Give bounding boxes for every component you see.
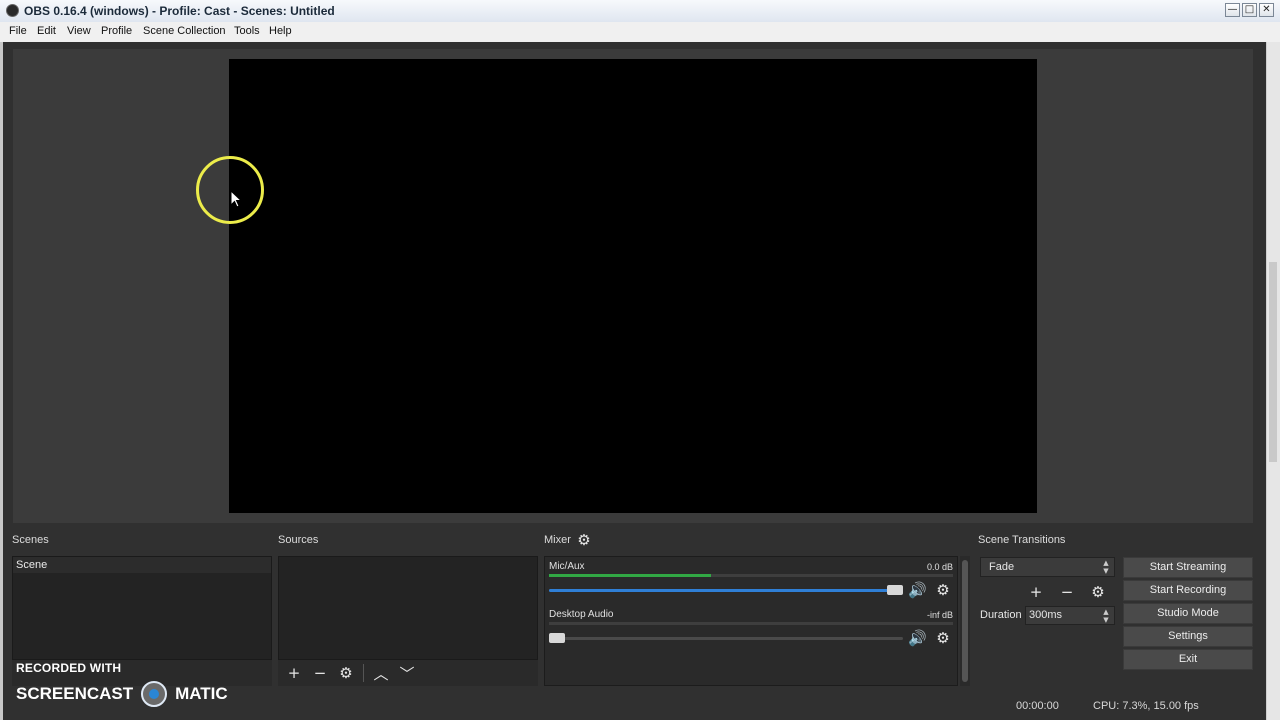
logo-dot [149, 689, 160, 699]
screencast-logo-icon [141, 681, 168, 707]
toolbar-divider [363, 664, 364, 682]
remove-source-icon[interactable]: − [307, 660, 333, 686]
mixer-channel-name: Mic/Aux [549, 561, 585, 572]
menu-help[interactable]: Help [269, 25, 292, 37]
menu-profile[interactable]: Profile [101, 25, 132, 37]
mixer-volume-slider[interactable] [549, 585, 903, 595]
window-controls: — □ ✕ [1225, 3, 1274, 17]
watermark-brand-right: MATIC [175, 684, 228, 703]
select-arrows-icon: ▲ ▼ [1103, 559, 1109, 575]
duration-value: 300ms [1029, 609, 1063, 621]
mouse-pointer-icon [230, 190, 242, 208]
exit-button[interactable]: Exit [1123, 649, 1253, 670]
add-source-icon[interactable]: + [281, 660, 307, 686]
sources-dock-title: Sources [278, 534, 319, 546]
mixer-scrollbar-thumb[interactable] [962, 560, 968, 682]
slider-fill [549, 589, 903, 592]
slider-handle[interactable] [549, 633, 565, 643]
window-titlebar: OBS 0.16.4 (windows) - Profile: Cast - S… [0, 0, 1280, 23]
scene-list-item[interactable]: Scene [13, 557, 271, 573]
status-time: 00:00:00 [1016, 700, 1059, 712]
move-source-up-icon[interactable]: ︿ [368, 660, 394, 686]
channel-settings-gear-icon[interactable]: ⚙ [934, 581, 952, 599]
add-transition-icon[interactable]: + [1027, 583, 1045, 601]
scrollbar-thumb[interactable] [1269, 262, 1277, 462]
menu-scene-collection[interactable]: Scene Collection [143, 25, 226, 37]
mixer-channel-name: Desktop Audio [549, 609, 614, 620]
menu-file[interactable]: File [9, 25, 27, 37]
close-button[interactable]: ✕ [1259, 3, 1274, 17]
scenes-list[interactable]: Scene [12, 556, 272, 660]
menu-view[interactable]: View [67, 25, 91, 37]
mixer-settings-gear-icon[interactable]: ⚙ [575, 531, 593, 549]
mixer-channel-db: -inf dB [926, 610, 953, 620]
duration-label: Duration [980, 609, 1022, 621]
mixer-scrollbar[interactable] [960, 556, 970, 686]
mixer-volume-meter [549, 574, 953, 577]
source-properties-gear-icon[interactable]: ⚙ [333, 660, 359, 686]
slider-handle[interactable] [887, 585, 903, 595]
channel-settings-gear-icon[interactable]: ⚙ [934, 629, 952, 647]
speaker-icon[interactable]: 🔊 [908, 629, 927, 647]
start-streaming-button[interactable]: Start Streaming [1123, 557, 1253, 578]
duration-input[interactable]: 300ms ▲ ▼ [1025, 606, 1115, 625]
spinbox-arrows-icon[interactable]: ▲ ▼ [1100, 608, 1112, 624]
status-cpu-fps: CPU: 7.3%, 15.00 fps [1093, 700, 1199, 712]
start-recording-button[interactable]: Start Recording [1123, 580, 1253, 601]
scene-transitions-title: Scene Transitions [978, 534, 1066, 546]
watermark-brand: SCREENCAST MATIC [16, 681, 228, 707]
speaker-icon[interactable]: 🔊 [908, 581, 927, 599]
transition-properties-gear-icon[interactable]: ⚙ [1089, 583, 1107, 601]
mixer-volume-meter [549, 622, 953, 625]
mixer-volume-slider[interactable] [549, 633, 903, 643]
scenes-dock-title: Scenes [12, 534, 49, 546]
sources-list[interactable] [278, 556, 538, 660]
minimize-button[interactable]: — [1225, 3, 1240, 17]
sources-toolbar: + − ⚙ ︿ ﹀ [278, 660, 538, 686]
maximize-button[interactable]: □ [1242, 3, 1257, 17]
window-scrollbar[interactable] [1266, 42, 1280, 720]
menu-tools[interactable]: Tools [234, 25, 260, 37]
watermark-brand-left: SCREENCAST [16, 684, 134, 703]
mixer-dock-title: Mixer [544, 534, 571, 546]
studio-mode-button[interactable]: Studio Mode [1123, 603, 1253, 624]
transition-select-value: Fade [989, 561, 1015, 573]
transition-select[interactable]: Fade ▲ ▼ [980, 557, 1115, 577]
preview-canvas[interactable] [229, 59, 1037, 513]
mixer-channel-db: 0.0 dB [926, 562, 953, 572]
move-source-down-icon[interactable]: ﹀ [394, 660, 420, 686]
watermark-recorded-with: RECORDED WITH [16, 661, 122, 675]
window-title: OBS 0.16.4 (windows) - Profile: Cast - S… [24, 4, 335, 18]
menu-bar: File Edit View Profile Scene Collection … [0, 22, 1280, 42]
settings-button[interactable]: Settings [1123, 626, 1253, 647]
menu-edit[interactable]: Edit [37, 25, 56, 37]
meter-level-bar [549, 574, 711, 577]
obs-logo-icon [6, 4, 19, 17]
remove-transition-icon[interactable]: − [1058, 583, 1076, 601]
